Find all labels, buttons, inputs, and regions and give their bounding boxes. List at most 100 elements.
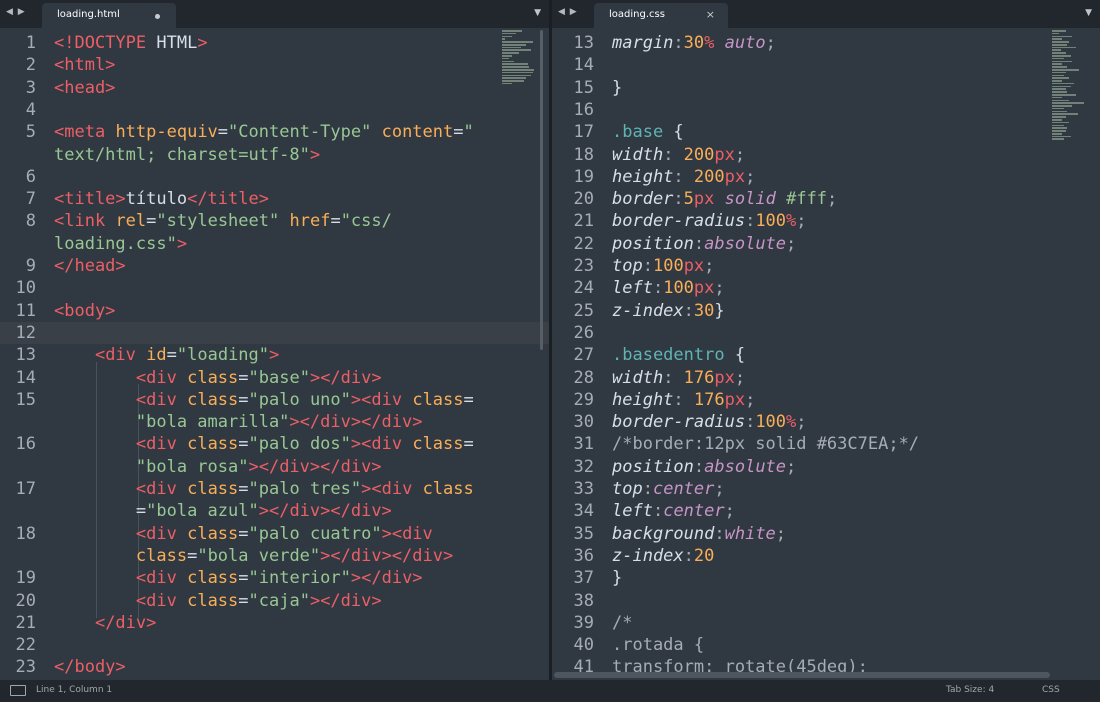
code-line[interactable]: 5 <meta http-equiv="Content-Type" content…	[0, 121, 549, 143]
code-text: <!DOCTYPE HTML>	[54, 32, 208, 54]
code-line[interactable]: 13 margin:30% auto;	[552, 32, 1100, 54]
code-line[interactable]: 4	[0, 99, 549, 121]
syntax-indicator[interactable]: CSS	[1042, 685, 1060, 695]
tab-menu-chevron-icon[interactable]: ▼	[1085, 8, 1092, 18]
code-line[interactable]: 8 <link rel="stylesheet" href="css/	[0, 210, 549, 232]
code-line[interactable]: 17 <div class="palo tres"><div class	[0, 478, 549, 500]
code-line[interactable]: 14	[552, 54, 1100, 76]
code-text: <div class="interior"></div>	[54, 567, 423, 589]
code-line[interactable]: 17 .base {	[552, 121, 1100, 143]
code-line[interactable]: 20 <div class="caja"></div>	[0, 590, 549, 612]
code-line[interactable]: 23 top:100px;	[552, 255, 1100, 277]
code-line[interactable]: 19 <div class="interior"></div>	[0, 567, 549, 589]
horizontal-scrollbar[interactable]	[554, 672, 1050, 678]
line-number: 19	[15, 568, 36, 589]
code-text: "bola amarilla"></div></div>	[54, 411, 423, 433]
code-token: border-radius	[612, 211, 746, 232]
left-editor-pane[interactable]: ◀ ▶ loading.html ▼ 1 <!DOCTYPE HTML> 2 <htm…	[0, 0, 549, 680]
code-token: ></div>	[350, 568, 423, 589]
code-line[interactable]: class="bola verde"></div></div>	[0, 545, 549, 567]
code-line[interactable]: 34 left:center;	[552, 500, 1100, 522]
panel-toggle-icon[interactable]	[10, 685, 26, 696]
code-line[interactable]: 15 <div class="palo uno"><div class=	[0, 389, 549, 411]
code-line[interactable]: 30 border-radius:100%;	[552, 411, 1100, 433]
cursor-position[interactable]: Line 1, Column 1	[36, 685, 112, 695]
minimap[interactable]	[502, 30, 536, 120]
code-line[interactable]: 16 <div class="palo dos"><div class=	[0, 433, 549, 455]
code-line[interactable]: 18 <div class="palo cuatro"><div	[0, 523, 549, 545]
code-line[interactable]: 13 <div id="loading">	[0, 344, 549, 366]
code-line[interactable]: 28 width: 176px;	[552, 367, 1100, 389]
code-line[interactable]: 32 position:absolute;	[552, 456, 1100, 478]
right-editor-pane[interactable]: ◀ ▶ loading.css × ▼ 13 margin:30% auto; 14…	[552, 0, 1100, 680]
code-line[interactable]: 36 z-index:20	[552, 545, 1100, 567]
code-line[interactable]: 10	[0, 277, 549, 299]
code-line[interactable]: 27 .basedentro {	[552, 344, 1100, 366]
code-line[interactable]: 14 <div class="base"></div>	[0, 367, 549, 389]
code-line[interactable]: ="bola azul"></div></div>	[0, 500, 549, 522]
code-line[interactable]: 15}	[552, 77, 1100, 99]
code-line[interactable]: 29 height: 176px;	[552, 389, 1100, 411]
code-text: <body>	[54, 300, 115, 322]
code-line[interactable]: 21 </div>	[0, 612, 549, 634]
code-token: "palo cuatro"	[248, 523, 382, 544]
code-line[interactable]: 40 .rotada {	[552, 634, 1100, 656]
code-token: =	[453, 122, 464, 143]
code-line[interactable]: text/html; charset=utf-8">	[0, 144, 549, 166]
minimap[interactable]	[1052, 30, 1086, 260]
code-token: .rotada {	[612, 635, 705, 656]
code-line[interactable]: 24 left:100px;	[552, 277, 1100, 299]
tab-nav-arrows-icon[interactable]: ◀ ▶	[558, 7, 578, 17]
code-line[interactable]: 9 </head>	[0, 255, 549, 277]
line-number: 9	[25, 256, 36, 276]
code-line[interactable]: 33 top:center;	[552, 478, 1100, 500]
code-line[interactable]: 22 position:absolute;	[552, 233, 1100, 255]
code-token: ;	[734, 367, 746, 388]
tab-size-indicator[interactable]: Tab Size: 4	[946, 685, 994, 695]
code-line[interactable]: 2 <html>	[0, 54, 549, 76]
tab-nav-arrows-icon[interactable]: ◀ ▶	[6, 7, 26, 17]
code-token: "caja"	[248, 590, 310, 611]
line-number: 1	[25, 33, 36, 53]
code-line[interactable]: 11 <body>	[0, 300, 549, 322]
html-code-editor[interactable]: 1 <!DOCTYPE HTML> 2 <html> 3 <head> 4 5 <meta ht…	[0, 28, 549, 680]
code-line[interactable]: 3 <head>	[0, 77, 549, 99]
code-token: position	[612, 233, 694, 254]
code-line[interactable]: 37}	[552, 567, 1100, 589]
code-token: class	[187, 479, 239, 499]
code-line[interactable]: 39 /*	[552, 612, 1100, 634]
code-line[interactable]: 26	[552, 322, 1100, 344]
code-line[interactable]: 38	[552, 590, 1100, 612]
code-line[interactable]: 21 border-radius:100%;	[552, 210, 1100, 232]
code-token: 30	[693, 300, 715, 321]
tab-loading-html[interactable]: loading.html	[42, 3, 176, 28]
code-line[interactable]: "bola rosa"></div></div>	[0, 456, 549, 478]
code-line[interactable]: "bola amarilla"></div></div>	[0, 411, 549, 433]
tab-loading-css[interactable]: loading.css ×	[594, 3, 728, 28]
code-token: "loading"	[176, 345, 270, 366]
tab-menu-chevron-icon[interactable]: ▼	[534, 8, 541, 18]
code-line[interactable]: 19 height: 200px;	[552, 166, 1100, 188]
code-line[interactable]: 23 </body>	[0, 656, 549, 678]
code-line[interactable]: 12	[0, 321, 549, 345]
code-line[interactable]: 31 /*border:12px solid #63C7EA;*/	[552, 433, 1100, 455]
code-line[interactable]: 22	[0, 634, 549, 656]
code-line[interactable]: 25 z-index:30}	[552, 300, 1100, 322]
vertical-scrollbar[interactable]	[540, 30, 543, 350]
code-text: position:absolute;	[612, 233, 796, 255]
code-line[interactable]: 7 <title>título</title>	[0, 188, 549, 210]
code-token: ><div	[350, 389, 403, 410]
code-line[interactable]: loading.css">	[0, 233, 549, 255]
css-code-editor[interactable]: 13 margin:30% auto; 14 15} 16 17 .base {18 widt…	[552, 28, 1100, 680]
line-number: 20	[573, 189, 594, 210]
code-line[interactable]: 6	[0, 166, 549, 188]
code-line[interactable]: 18 width: 200px;	[552, 144, 1100, 166]
unsaved-dot-icon[interactable]	[155, 14, 160, 19]
code-line[interactable]: 16	[552, 99, 1100, 121]
close-tab-icon[interactable]: ×	[706, 8, 715, 21]
code-line[interactable]: 20 border:5px solid #fff;	[552, 188, 1100, 210]
code-token: ></div></div>	[248, 456, 382, 477]
code-line[interactable]: 1 <!DOCTYPE HTML>	[0, 32, 549, 54]
code-line[interactable]: 35 background:white;	[552, 523, 1100, 545]
